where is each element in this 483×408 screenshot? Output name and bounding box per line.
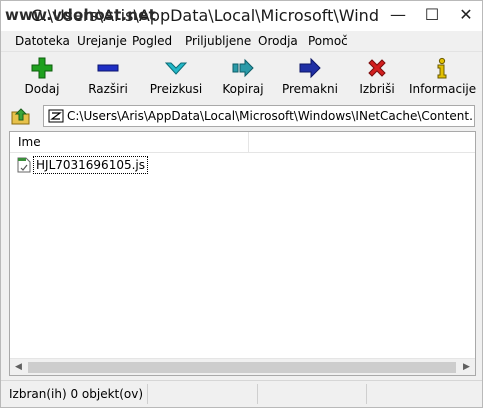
address-field[interactable]: C:\Users\Aris\AppData\Local\Microsoft\Wi…	[43, 105, 475, 127]
address-row: C:\Users\Aris\AppData\Local\Microsoft\Wi…	[1, 104, 482, 128]
menu-urejanje[interactable]: Urejanje	[77, 34, 127, 48]
menu-orodja[interactable]: Orodja	[258, 34, 298, 48]
extract-button[interactable]: Razširi	[75, 57, 141, 101]
copy-button[interactable]: Kopiraj	[210, 57, 276, 101]
scroll-right-icon[interactable]: ▶	[458, 359, 475, 376]
check-arrow-icon	[165, 62, 187, 75]
move-arrow-icon	[299, 57, 321, 79]
status-divider	[257, 384, 258, 404]
status-divider	[147, 384, 148, 404]
watermark-logo: www.vdohost.net	[5, 6, 156, 24]
scroll-thumb[interactable]	[28, 362, 456, 373]
close-button[interactable]: ✕	[449, 1, 483, 31]
extract-label: Razširi	[88, 82, 128, 96]
test-button[interactable]: Preizkusi	[143, 57, 209, 101]
scroll-left-icon[interactable]: ◀	[10, 359, 27, 376]
archive-window: C:\Users\Aris\AppData\Local\Microsoft\Wi…	[0, 0, 483, 408]
maximize-button[interactable]: ☐	[415, 1, 449, 31]
minimize-button[interactable]: —	[381, 1, 415, 31]
info-icon	[437, 57, 447, 79]
menu-pomoc[interactable]: Pomoč	[308, 34, 348, 48]
delete-x-icon	[368, 59, 386, 77]
menu-priljubljene[interactable]: Priljubljene	[185, 34, 251, 48]
address-folder-icon	[48, 109, 64, 123]
column-divider[interactable]	[248, 132, 249, 153]
menu-pogled[interactable]: Pogled	[132, 34, 172, 48]
title-bar: C:\Users\Aris\AppData\Local\Microsoft\Wi…	[1, 1, 482, 31]
status-divider	[366, 384, 367, 404]
info-label: Informacije	[409, 82, 477, 96]
move-label: Premakni	[281, 82, 338, 96]
add-button[interactable]: Dodaj	[9, 57, 75, 101]
script-file-icon	[17, 157, 31, 173]
column-name-header[interactable]: Ime	[18, 135, 41, 149]
status-text: Izbran(ih) 0 objekt(ov)	[9, 387, 144, 401]
minus-icon	[97, 64, 119, 72]
column-header: Ime	[10, 132, 475, 153]
info-button[interactable]: Informacije	[409, 57, 477, 101]
add-label: Dodaj	[24, 82, 60, 96]
status-bar: Izbran(ih) 0 objekt(ov)	[1, 380, 482, 407]
delete-button[interactable]: Izbriši	[344, 57, 410, 101]
test-label: Preizkusi	[149, 82, 203, 96]
file-list: Ime HJL7031696105.js ◀ ▶	[9, 131, 476, 376]
delete-label: Izbriši	[359, 82, 395, 96]
toolbar: Dodaj Razširi Preizkusi Kopiraj Premakni…	[1, 53, 482, 101]
menu-bar: Datoteka Urejanje Pogled Priljubljene Or…	[1, 32, 482, 52]
copy-label: Kopiraj	[222, 82, 264, 96]
address-path: C:\Users\Aris\AppData\Local\Microsoft\Wi…	[67, 109, 472, 123]
folder-up-icon[interactable]	[10, 106, 32, 126]
plus-icon	[31, 57, 53, 79]
horizontal-scrollbar[interactable]: ◀ ▶	[10, 358, 475, 375]
copy-arrow-icon	[232, 58, 254, 78]
move-button[interactable]: Premakni	[277, 57, 343, 101]
menu-datoteka[interactable]: Datoteka	[15, 34, 70, 48]
file-name: HJL7031696105.js	[33, 156, 148, 174]
